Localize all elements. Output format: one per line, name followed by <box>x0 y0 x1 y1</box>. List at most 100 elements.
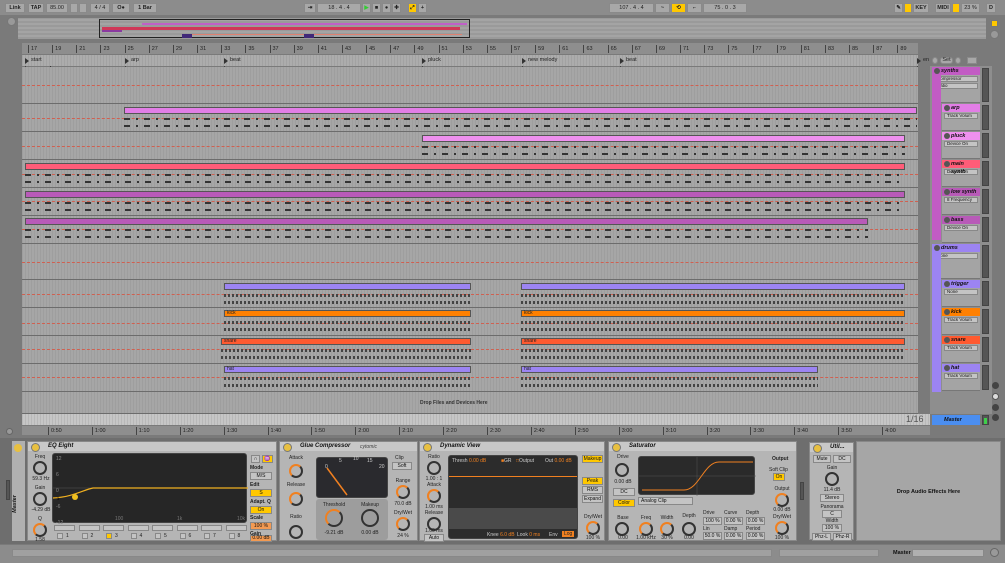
track-name[interactable]: low synth <box>942 188 980 196</box>
band-enable-toggle[interactable] <box>57 533 63 539</box>
ws-drive-field[interactable]: 100 % <box>703 517 722 525</box>
track-master[interactable]: Master <box>932 415 980 425</box>
env-mode-button[interactable]: Log <box>562 531 575 537</box>
track-name[interactable]: bass <box>942 216 980 224</box>
clip-snare[interactable]: snare <box>221 338 471 345</box>
clip-trigger[interactable] <box>224 283 471 290</box>
clip-pluck[interactable] <box>422 135 905 142</box>
automation-device-select[interactable]: Device On <box>944 225 978 231</box>
session-view-icon[interactable] <box>990 30 999 39</box>
ratio-knob[interactable] <box>427 461 441 475</box>
punch-in-button[interactable]: ~ <box>655 3 670 13</box>
band-enable-toggle[interactable] <box>204 533 210 539</box>
band-enable-toggle[interactable] <box>81 533 88 539</box>
drop-audio-effects-area[interactable]: Drop Audio Effects Here <box>856 441 1001 541</box>
freq-knob[interactable] <box>639 522 653 536</box>
track-name[interactable]: pluck <box>942 132 980 140</box>
band-filter-type-select[interactable] <box>127 525 149 531</box>
follow-button[interactable]: ⇥ <box>304 3 316 13</box>
rms-button[interactable]: RMS <box>582 486 603 494</box>
locator-marker[interactable]: new melody <box>522 57 557 64</box>
range-knob[interactable] <box>396 485 410 499</box>
locator-marker[interactable]: en <box>917 57 929 64</box>
clip-trigger[interactable] <box>521 283 905 290</box>
phase-left-button[interactable]: Phz-L <box>812 533 831 541</box>
drive-knob[interactable] <box>615 463 629 477</box>
expand-button[interactable]: Expand <box>582 495 603 503</box>
out-value[interactable]: 0.00 dB <box>554 458 571 464</box>
nudge-down-button[interactable] <box>70 3 78 13</box>
track-header-pluck[interactable]: pluck Device On <box>942 132 980 159</box>
drywet-knob[interactable] <box>775 521 789 535</box>
computer-midi-keyboard-button[interactable] <box>904 3 912 13</box>
peak-button[interactable]: Peak <box>582 477 603 485</box>
threshold-knob[interactable] <box>325 509 343 527</box>
loop-button[interactable]: ⟲ <box>671 3 686 13</box>
ws-lin-field[interactable]: 50.0 % <box>703 532 722 540</box>
drywet-knob[interactable] <box>586 521 600 535</box>
gain-knob[interactable] <box>825 472 839 486</box>
band-filter-type-select[interactable] <box>103 525 124 531</box>
scale-field[interactable]: 100 % <box>250 522 272 530</box>
set-locator-button[interactable]: Set <box>940 57 953 64</box>
lock-icon[interactable] <box>967 57 977 64</box>
midi-map-button[interactable]: MIDI <box>935 3 951 13</box>
tap-tempo-button[interactable]: TAP <box>28 3 44 13</box>
output-gain-field[interactable]: 0.00 dB <box>250 535 272 542</box>
loop-start-field[interactable]: 107 . 4 . 4 <box>609 3 654 13</box>
ws-damp-field[interactable]: 0.00 % <box>724 532 743 540</box>
device-view-toggle-icon[interactable] <box>990 548 999 557</box>
arrangement-overview-mini[interactable] <box>912 549 984 557</box>
band-filter-type-select[interactable] <box>176 525 198 531</box>
time-ruler[interactable]: 0:50 1:00 1:10 1:20 1:30 1:40 1:50 2:00 2:10 2:20… <box>22 426 930 435</box>
output-toggle[interactable]: □Output <box>516 458 534 464</box>
freq-knob[interactable] <box>33 461 47 475</box>
metronome-button[interactable]: O● <box>112 3 130 13</box>
track-name[interactable]: drums <box>932 244 980 252</box>
dc-button[interactable]: DC <box>613 488 635 496</box>
time-signature[interactable]: 4 / 4 <box>90 3 110 13</box>
draw-mode-icon[interactable]: ✎ <box>894 3 903 13</box>
bar-ruler[interactable]: 17 19 21 23 25 27 29 31 33 35 37 39 41 43 45 47 49 51 53 55… <box>22 43 918 54</box>
scroll-icon[interactable] <box>6 428 13 435</box>
knee-value[interactable]: 6.0 dB <box>500 532 514 538</box>
headphone-button[interactable]: ∩ <box>251 455 260 463</box>
locator-marker[interactable]: pluck <box>422 57 441 64</box>
ws-curve-field[interactable]: 0.00 % <box>724 517 743 525</box>
track-name[interactable]: hat <box>942 364 980 372</box>
locator-marker[interactable]: start <box>25 57 42 64</box>
release-knob[interactable] <box>289 492 303 506</box>
tempo-field[interactable]: 85.00 <box>46 3 68 13</box>
overdub-button[interactable]: ✚ <box>392 3 401 13</box>
color-button[interactable]: Color <box>613 499 635 507</box>
arrangement-overview[interactable] <box>18 18 986 39</box>
channel-mode-select[interactable]: Stereo <box>820 494 844 502</box>
track-header-kick[interactable]: kick Track Volum <box>942 308 980 335</box>
automation-device-select[interactable]: Track Volum <box>944 317 978 323</box>
clip-snare[interactable]: snare <box>521 338 905 345</box>
base-knob[interactable] <box>615 522 629 536</box>
automation-device-select[interactable]: Track Volum <box>944 345 978 351</box>
link-button[interactable]: Link <box>5 3 25 13</box>
activator-icon[interactable] <box>14 444 22 452</box>
track-name[interactable]: arp <box>942 104 980 112</box>
track-header-main-synth[interactable]: main synthDevice On <box>942 160 980 187</box>
track-name[interactable]: snare <box>942 336 980 344</box>
reenable-automation-button[interactable]: + <box>418 3 427 13</box>
track-header-trigger[interactable]: trigger None <box>942 280 980 307</box>
nudge-up-button[interactable] <box>79 3 87 13</box>
locator-lane[interactable] <box>22 55 918 66</box>
dc-button[interactable]: DC <box>833 455 851 463</box>
key-map-button[interactable]: KEY <box>913 3 929 13</box>
output-knob[interactable] <box>775 493 789 507</box>
track-name[interactable]: synths <box>932 67 980 75</box>
next-locator-button[interactable] <box>955 57 961 64</box>
width-field[interactable]: 100 % <box>822 524 842 532</box>
makeup-knob[interactable] <box>361 509 379 527</box>
locator-marker[interactable]: arp <box>125 57 139 64</box>
punch-out-button[interactable]: ⌐ <box>687 3 702 13</box>
locator-marker[interactable]: beat <box>224 57 241 64</box>
band-filter-type-select[interactable] <box>225 525 247 531</box>
clip-low-synth[interactable] <box>25 191 905 198</box>
makeup-button[interactable]: Makeup <box>582 455 603 463</box>
